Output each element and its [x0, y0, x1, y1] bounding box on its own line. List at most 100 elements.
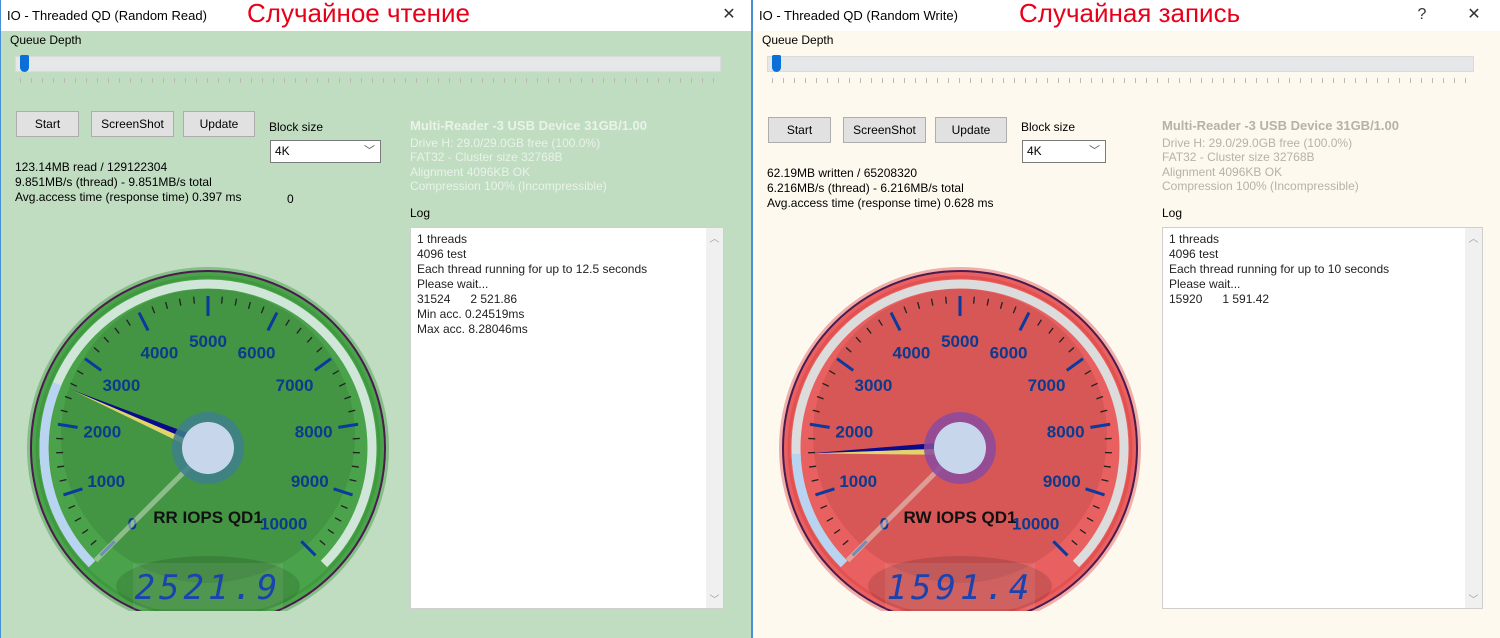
device-line: Compression 100% (Incompressible) [1162, 179, 1359, 193]
queue-depth-slider[interactable] [15, 55, 721, 72]
gauge-tick-label: 1000 [87, 472, 125, 491]
close-icon[interactable]: ✕ [717, 4, 741, 26]
client-area: Queue Depth Start ScreenShot Update Bloc… [1, 31, 751, 638]
annotation-label: Случайное чтение [247, 0, 470, 28]
stats-transferred: 62.19MB written / 65208320 [767, 166, 918, 180]
device-info: Multi-Reader -3 USB Device 31GB/1.00 Dri… [410, 118, 647, 194]
help-icon[interactable]: ? [1410, 4, 1434, 26]
queue-depth-slider[interactable] [767, 55, 1474, 72]
title-bar: IO - Threaded QD (Random Write) Случайна… [753, 0, 1500, 31]
queue-depth-label: Queue Depth [10, 33, 82, 47]
update-button[interactable]: Update [183, 111, 255, 137]
slider-thumb[interactable] [20, 55, 29, 72]
readout-value: 1591.4 [887, 568, 1034, 608]
start-button[interactable]: Start [16, 111, 79, 137]
slider-thumb[interactable] [772, 55, 781, 72]
block-size-select[interactable]: 4K ﹀ [270, 140, 381, 163]
gauge-tick-label: 3000 [855, 376, 893, 395]
gauge-minor-tick [193, 296, 196, 304]
gauge-tick-label: 2000 [835, 422, 873, 441]
chevron-down-icon: ﹀ [1089, 145, 1100, 157]
queue-depth-label: Queue Depth [762, 33, 834, 47]
gauge-minor-tick [972, 296, 975, 304]
log-scrollbar[interactable]: ︿ ﹀ [706, 228, 723, 608]
slider-ticks [20, 78, 720, 83]
gauge-minor-tick [809, 465, 817, 468]
device-title: Multi-Reader -3 USB Device 31GB/1.00 [1162, 118, 1399, 133]
extra-value: 0 [287, 192, 294, 206]
iops-gauge: 0100020003000400050006000700080009000100… [27, 267, 389, 611]
stats-block: 62.19MB written / 65208320 6.216MB/s (th… [767, 166, 994, 211]
screenshot-button[interactable]: ScreenShot [91, 111, 174, 137]
gauge-minor-tick [57, 465, 65, 468]
log-lines: 1 threads 4096 test Each thread running … [1169, 232, 1390, 306]
log-scrollbar[interactable]: ︿ ﹀ [1465, 228, 1482, 608]
device-line: Alignment 4096KB OK [1162, 164, 1283, 179]
gauge-minor-tick [220, 296, 223, 304]
gauge-tick-label: 7000 [1028, 376, 1066, 395]
gauge-tick-label: 5000 [941, 332, 979, 351]
window-title: IO - Threaded QD (Random Write) [759, 8, 958, 23]
gauge-hub [182, 422, 234, 474]
device-line: Alignment 4096KB OK [410, 164, 531, 179]
window-title: IO - Threaded QD (Random Read) [7, 8, 207, 23]
gauge-tick-label: 9000 [291, 472, 329, 491]
gauge-minor-tick [945, 296, 948, 304]
gauge-title: RR IOPS QD1 [153, 508, 263, 527]
client-area: Queue Depth Start ScreenShot Update Bloc… [753, 31, 1500, 638]
gauge-tick-label: 4000 [893, 344, 931, 363]
stats-throughput: 9.851MB/s (thread) - 9.851MB/s total [15, 175, 212, 189]
scroll-up-icon[interactable]: ︿ [1465, 230, 1482, 245]
screenshot-button[interactable]: ScreenShot [843, 117, 926, 143]
log-textarea[interactable]: 1 threads 4096 test Each thread running … [1162, 227, 1483, 609]
stats-transferred: 123.14MB read / 129122304 [15, 160, 168, 174]
gauge-title: RW IOPS QD1 [903, 508, 1016, 527]
device-line: Drive H: 29.0/29.0GB free (100.0%) [1162, 135, 1353, 150]
gauge-tick-label: 6000 [238, 344, 276, 363]
gauge-tick-label: 5000 [189, 332, 227, 351]
scroll-down-icon[interactable]: ﹀ [706, 591, 723, 606]
device-info: Multi-Reader -3 USB Device 31GB/1.00 Dri… [1162, 118, 1399, 194]
gauge-tick-label: 1000 [839, 472, 877, 491]
annotation-label: Случайная запись [1019, 0, 1241, 28]
device-title: Multi-Reader -3 USB Device 31GB/1.00 [410, 118, 647, 133]
title-bar: IO - Threaded QD (Random Read) Случайное… [1, 0, 751, 31]
block-size-select[interactable]: 4K ﹀ [1022, 140, 1106, 163]
update-button[interactable]: Update [935, 117, 1007, 143]
start-button[interactable]: Start [768, 117, 831, 143]
window-random-read: IO - Threaded QD (Random Read) Случайное… [0, 0, 752, 638]
stats-throughput: 6.216MB/s (thread) - 6.216MB/s total [767, 181, 964, 195]
stats-access-time: Avg.access time (response time) 0.628 ms [767, 196, 994, 210]
gauge-minor-tick [351, 465, 359, 468]
close-icon[interactable]: ✕ [1462, 4, 1486, 26]
gauge-tick-label: 10000 [260, 515, 307, 534]
block-size-value: 4K [1027, 144, 1042, 158]
block-size-label: Block size [269, 120, 324, 134]
gauge-tick-label: 6000 [990, 344, 1028, 363]
device-line: Drive H: 29.0/29.0GB free (100.0%) [410, 135, 601, 150]
gauge-tick-label: 9000 [1043, 472, 1081, 491]
gauge-tick-label: 8000 [295, 422, 333, 441]
device-line: FAT32 - Cluster size 32768B [1162, 150, 1315, 164]
log-label: Log [1162, 206, 1183, 220]
gauge-tick-label: 7000 [276, 376, 314, 395]
scroll-up-icon[interactable]: ︿ [706, 230, 723, 245]
scroll-down-icon[interactable]: ﹀ [1465, 591, 1482, 606]
block-size-label: Block size [1021, 120, 1076, 134]
gauge-tick-label: 4000 [141, 344, 179, 363]
readout-value: 2521.9 [135, 568, 282, 608]
iops-gauge: 0100020003000400050006000700080009000100… [779, 267, 1141, 611]
chevron-down-icon: ﹀ [364, 145, 375, 157]
gauge-tick-label: 8000 [1047, 422, 1085, 441]
log-lines: 1 threads 4096 test Each thread running … [417, 232, 648, 336]
block-size-value: 4K [275, 144, 290, 158]
gauge-tick-label: 10000 [1012, 515, 1059, 534]
device-line: FAT32 - Cluster size 32768B [410, 150, 563, 164]
log-textarea[interactable]: 1 threads 4096 test Each thread running … [410, 227, 724, 609]
log-label: Log [410, 206, 431, 220]
gauge-tick-label: 3000 [103, 376, 141, 395]
stats-block: 123.14MB read / 129122304 9.851MB/s (thr… [15, 160, 242, 205]
gauge-hub [934, 422, 986, 474]
gauge-tick-label: 2000 [83, 422, 121, 441]
slider-ticks [772, 78, 1472, 83]
